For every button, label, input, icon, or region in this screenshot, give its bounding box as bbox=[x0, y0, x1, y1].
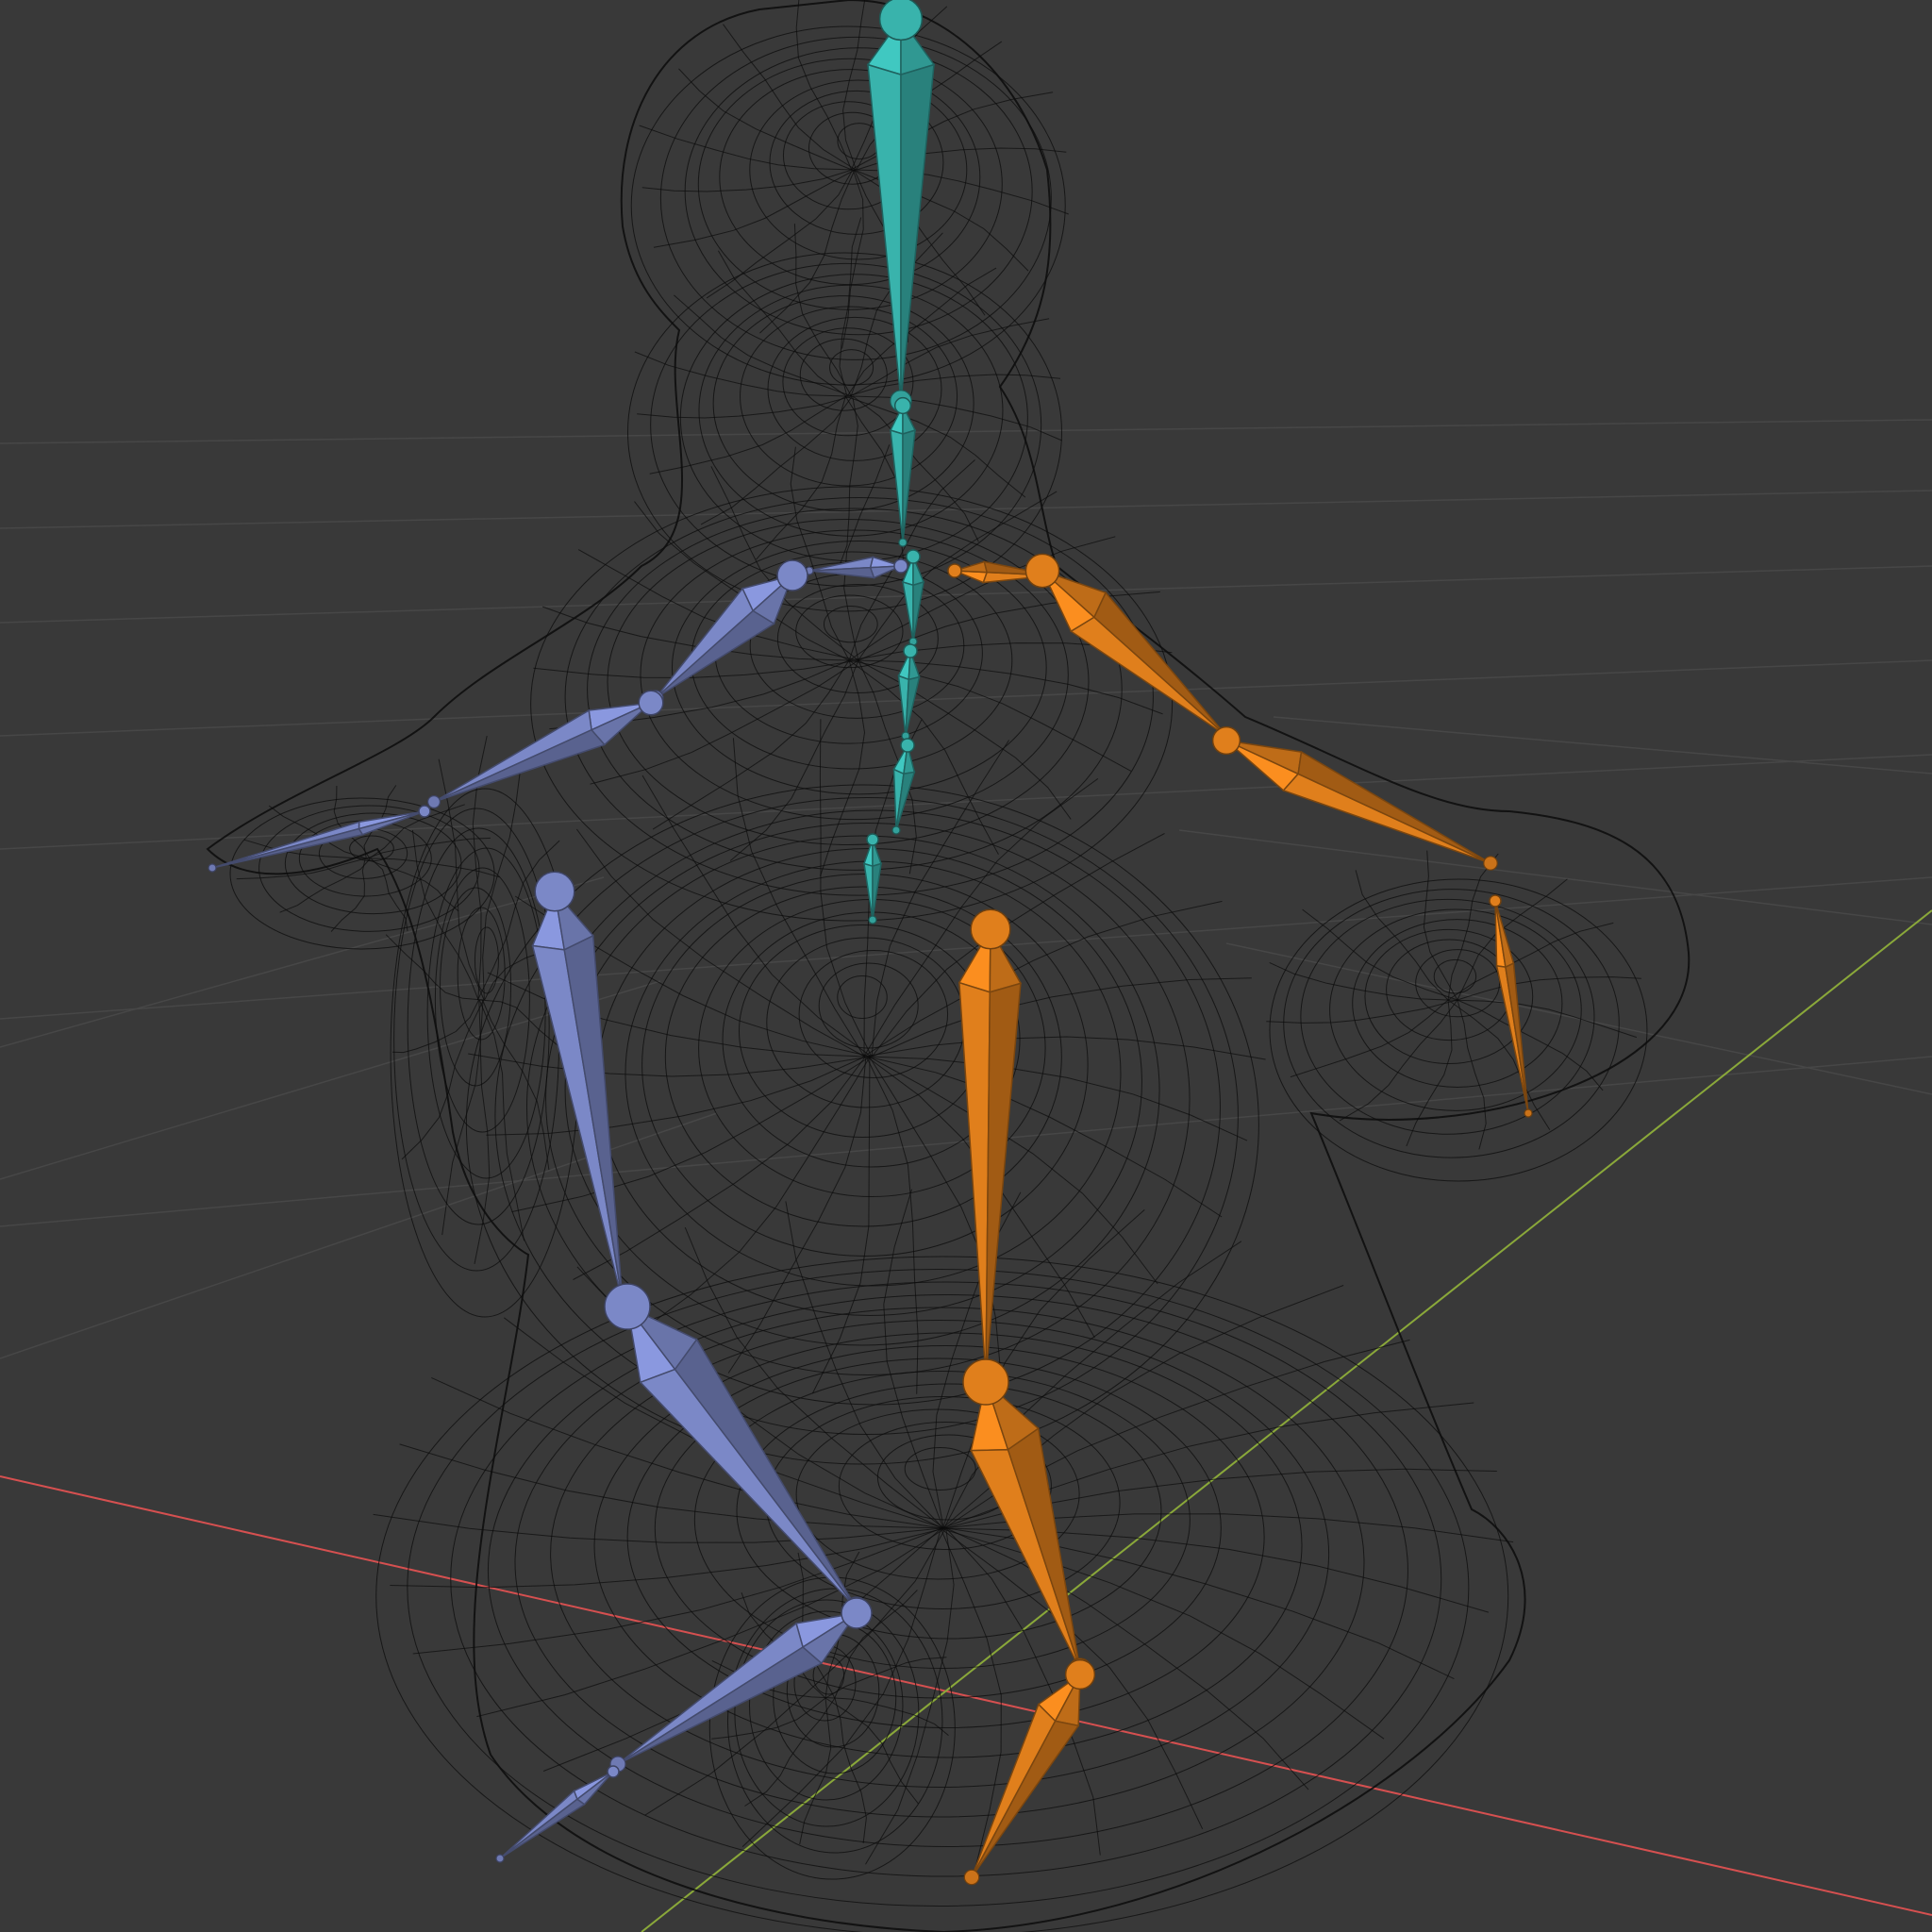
bone-face bbox=[985, 982, 1022, 1378]
bone-head-joint[interactable] bbox=[1489, 894, 1502, 908]
bone-face bbox=[902, 580, 914, 642]
bone-head-joint[interactable] bbox=[638, 690, 664, 716]
bone-head-joint[interactable] bbox=[893, 558, 908, 574]
bone-hand-l[interactable] bbox=[208, 805, 431, 873]
bone-head-joint[interactable] bbox=[970, 908, 1011, 950]
bone-head-joint[interactable] bbox=[900, 738, 915, 753]
bone-head-joint[interactable] bbox=[906, 549, 921, 564]
bone-upper-arm-r[interactable] bbox=[1024, 553, 1236, 745]
bone-face bbox=[563, 934, 624, 1303]
bone-tail-joint[interactable] bbox=[208, 863, 217, 873]
bone-tail-joint[interactable] bbox=[963, 1869, 980, 1886]
bone-face bbox=[1505, 961, 1529, 1114]
bone-upper-arm-l[interactable] bbox=[647, 559, 808, 707]
bone-face bbox=[900, 63, 935, 402]
mesh-part bbox=[630, 0, 1069, 386]
bone-face bbox=[890, 429, 904, 543]
bone-hand-r[interactable] bbox=[1489, 894, 1533, 1118]
bone-face bbox=[499, 1790, 578, 1859]
bone-head-joint[interactable] bbox=[607, 1765, 620, 1778]
bone-face bbox=[1282, 773, 1491, 864]
bone-face bbox=[958, 981, 991, 1378]
bone-shoulder-l[interactable] bbox=[805, 556, 908, 579]
bone-tail-joint[interactable] bbox=[868, 915, 877, 924]
bone-spine-1[interactable] bbox=[891, 738, 916, 835]
bone-tail-joint[interactable] bbox=[427, 794, 441, 808]
grid-line bbox=[0, 490, 1932, 529]
bone-face bbox=[433, 728, 607, 803]
bone-tail-joint[interactable] bbox=[1524, 1108, 1533, 1118]
bone-head-joint[interactable] bbox=[776, 559, 808, 591]
bone-face bbox=[971, 1703, 1057, 1878]
bone-head-joint[interactable] bbox=[418, 805, 431, 818]
character-mesh-wireframe[interactable] bbox=[206, 0, 1690, 1932]
bone-tail-joint[interactable] bbox=[495, 1854, 505, 1863]
bone-tail-joint[interactable] bbox=[898, 538, 908, 547]
bone-head-joint[interactable] bbox=[878, 0, 924, 42]
grid-line bbox=[1178, 829, 1932, 925]
bone-face bbox=[1092, 591, 1227, 737]
x-axis-line bbox=[0, 1475, 1932, 1916]
bone-head-joint[interactable] bbox=[841, 1597, 873, 1629]
bone-hips[interactable] bbox=[863, 833, 882, 924]
bone-forearm-r[interactable] bbox=[1211, 725, 1498, 871]
bone-head-joint[interactable] bbox=[604, 1283, 651, 1330]
bone-toe-l[interactable] bbox=[495, 1765, 620, 1863]
bone-tail-joint[interactable] bbox=[891, 825, 901, 835]
bone-face bbox=[499, 1798, 586, 1859]
bone-spine-2[interactable] bbox=[897, 643, 921, 741]
bone-tail-joint[interactable] bbox=[1483, 856, 1498, 871]
bone-face bbox=[674, 1338, 858, 1609]
bone-face bbox=[1069, 616, 1227, 737]
bone-head-joint[interactable] bbox=[947, 563, 962, 578]
bone-head-joint[interactable] bbox=[893, 396, 912, 415]
bone-thigh-r[interactable] bbox=[958, 908, 1023, 1388]
mesh-part bbox=[1266, 850, 1648, 1182]
viewport-canvas[interactable] bbox=[0, 0, 1932, 1932]
bone-face bbox=[912, 580, 924, 642]
bone-head-joint[interactable] bbox=[1064, 1658, 1096, 1690]
bone-head-joint[interactable] bbox=[903, 643, 918, 658]
bone-face bbox=[1297, 750, 1491, 864]
bone-head-joint[interactable] bbox=[1024, 553, 1060, 589]
bone-head-joint[interactable] bbox=[962, 1358, 1009, 1406]
bone-face bbox=[872, 862, 882, 921]
bone-head-joint[interactable] bbox=[866, 833, 879, 846]
bone-head-joint[interactable] bbox=[534, 871, 575, 912]
bone-forearm-l[interactable] bbox=[427, 690, 664, 808]
grid-line bbox=[0, 754, 1932, 850]
bone-thigh-l[interactable] bbox=[531, 871, 633, 1312]
bone-head-joint[interactable] bbox=[1211, 725, 1241, 756]
3d-viewport[interactable] bbox=[0, 0, 1932, 1932]
grid-line bbox=[1273, 716, 1932, 774]
